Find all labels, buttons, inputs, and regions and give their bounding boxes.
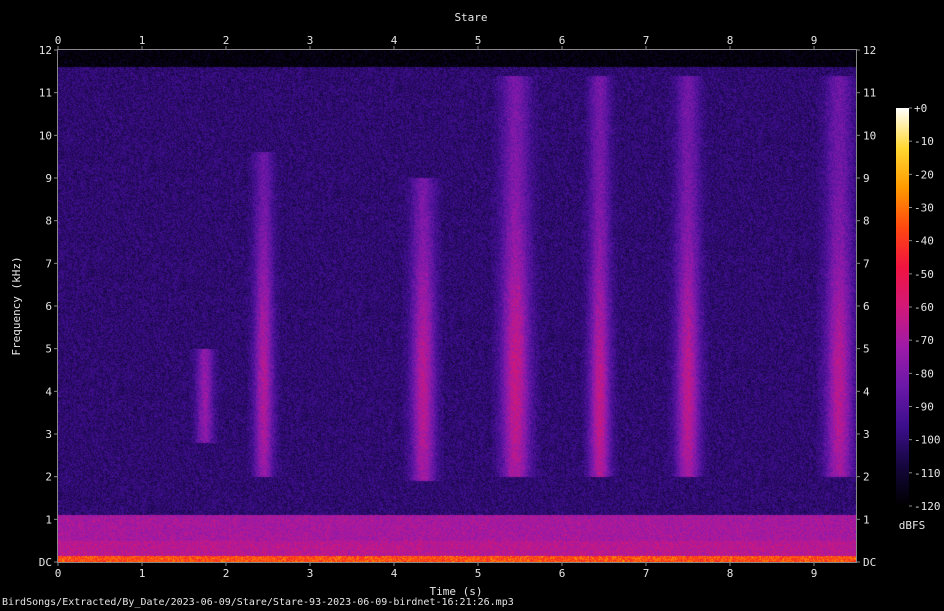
- colorbar: [896, 108, 909, 506]
- y-tick-label-right: 3: [863, 428, 870, 441]
- x-tick-label-top: 0: [55, 34, 62, 47]
- y-axis-label: Frequency (kHz): [10, 256, 23, 355]
- file-path-footer: BirdSongs/Extracted/By_Date/2023-06-09/S…: [2, 597, 514, 608]
- y-tick-label-right: 9: [863, 172, 870, 185]
- colorbar-tick-label: -20: [914, 168, 934, 181]
- y-tick-label: 2: [45, 471, 52, 484]
- y-tick-label: 1: [45, 513, 52, 526]
- x-tick-label-top: 3: [307, 34, 314, 47]
- colorbar-label: dBFS: [899, 519, 926, 532]
- colorbar-tick-label: -90: [914, 401, 934, 414]
- y-tick-label-right: 10: [863, 129, 876, 142]
- y-tick-label: 6: [45, 300, 52, 313]
- x-tick-label: 0: [55, 567, 62, 580]
- y-tick-label-right: 6: [863, 300, 870, 313]
- y-tick-label: 3: [45, 428, 52, 441]
- y-axis-left: DC123456789101112: [39, 44, 58, 569]
- x-tick-label: 7: [643, 567, 650, 580]
- x-tick-label: 4: [391, 567, 398, 580]
- colorbar-tick-label: -110: [914, 467, 941, 480]
- y-tick-label: 11: [39, 87, 52, 100]
- y-tick-label: 5: [45, 343, 52, 356]
- spectrogram-figure: Stare 0123456789 0123456789 DC1234567891…: [10, 11, 941, 598]
- colorbar-tick-label: -10: [914, 135, 934, 148]
- y-tick-label-right: 1: [863, 513, 870, 526]
- x-tick-label: 9: [811, 567, 818, 580]
- x-tick-label-top: 2: [223, 34, 230, 47]
- colorbar-axis: +0 -10 -20 -30 -40 -50 -60 -70 -80 -90 -100 -110 -12…: [909, 102, 941, 513]
- y-tick-label: DC: [39, 556, 52, 569]
- y-tick-label-right: 11: [863, 87, 876, 100]
- spectrogram-image: [58, 50, 856, 562]
- x-tick-label: 8: [727, 567, 734, 580]
- y-axis-right: DC123456789101112: [856, 44, 876, 569]
- colorbar-tick-label: -30: [914, 202, 934, 215]
- x-tick-label: 5: [475, 567, 482, 580]
- colorbar-tick-label: -70: [914, 334, 934, 347]
- colorbar-tick-label: -60: [914, 301, 934, 314]
- y-tick-label: 12: [39, 44, 52, 57]
- x-tick-label-top: 7: [643, 34, 650, 47]
- x-tick-label-top: 1: [139, 34, 146, 47]
- y-tick-label: 8: [45, 215, 52, 228]
- y-tick-label: 7: [45, 257, 52, 270]
- x-axis-top: 0 1 2 3 4 5 6 7 8 9: [55, 34, 818, 50]
- y-tick-label: 4: [45, 385, 52, 398]
- x-tick-label: 3: [307, 567, 314, 580]
- x-tick-label: 6: [559, 567, 566, 580]
- x-tick-label-top: 4: [391, 34, 398, 47]
- colorbar-tick-label: -80: [914, 367, 934, 380]
- y-tick-label-right: 5: [863, 343, 870, 356]
- y-tick-label: 9: [45, 172, 52, 185]
- y-tick-label-right: 8: [863, 215, 870, 228]
- y-tick-label: 10: [39, 129, 52, 142]
- x-tick-label: 2: [223, 567, 230, 580]
- chart-title: Stare: [454, 11, 487, 24]
- x-tick-label-top: 5: [475, 34, 482, 47]
- x-axis-bottom: 0 1 2 3 4 5 6 7 8 9: [55, 562, 818, 580]
- y-tick-label-right: 4: [863, 385, 870, 398]
- y-tick-label-right: 7: [863, 257, 870, 270]
- x-tick-label: 1: [139, 567, 146, 580]
- colorbar-tick-label: -40: [914, 235, 934, 248]
- y-tick-label-right: DC: [863, 556, 876, 569]
- colorbar-tick-label: +0: [914, 102, 927, 115]
- y-tick-label-right: 12: [863, 44, 876, 57]
- colorbar-tick-label: -50: [914, 268, 934, 281]
- x-tick-label-top: 9: [811, 34, 818, 47]
- x-tick-label-top: 8: [727, 34, 734, 47]
- x-tick-label-top: 6: [559, 34, 566, 47]
- colorbar-tick-label: -100: [914, 434, 941, 447]
- colorbar-tick-label: -120: [914, 500, 941, 513]
- y-tick-label-right: 2: [863, 471, 870, 484]
